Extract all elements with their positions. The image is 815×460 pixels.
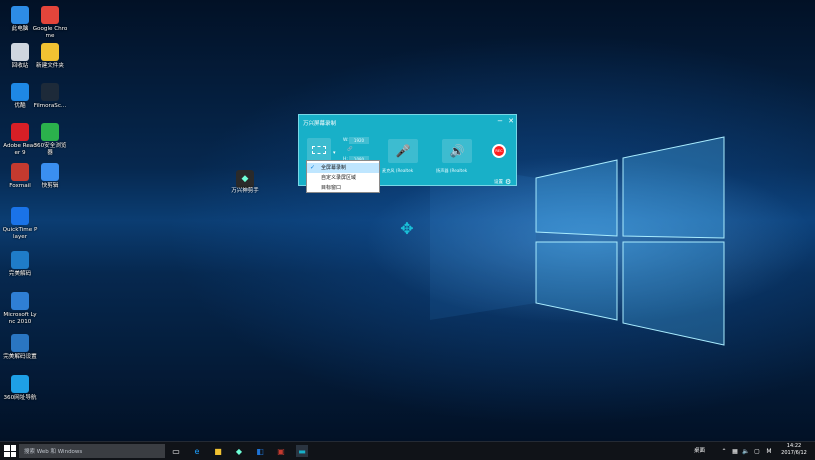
edge-icon[interactable]: e: [191, 445, 203, 457]
desktop-icon-label: 完美解码设置: [3, 354, 37, 360]
capture-mode-button[interactable]: [307, 138, 331, 162]
desktop-icon[interactable]: QuickTime Player: [2, 207, 38, 240]
close-button[interactable]: ✕: [507, 117, 515, 125]
chevron-down-icon[interactable]: ▾: [333, 150, 336, 156]
file-explorer-icon[interactable]: ■: [212, 445, 224, 457]
microphone-icon: 🎤: [395, 144, 411, 158]
speaker-toggle[interactable]: 🔊: [442, 139, 472, 163]
speaker-icon: 🔊: [449, 144, 465, 158]
desktop-shortcut-wanxing[interactable]: ◆ 万兴神剪手: [229, 170, 261, 194]
ime-indicator[interactable]: M: [763, 445, 775, 457]
desktop-icon[interactable]: Google Chrome: [32, 6, 68, 39]
minimize-button[interactable]: −: [496, 117, 504, 125]
filmora-icon: [41, 83, 59, 101]
desktop-icon[interactable]: FilmoraSc...: [32, 83, 68, 110]
clock-time: 14:22: [786, 443, 802, 449]
width-label: W:: [343, 138, 349, 143]
browser-360-icon: [41, 123, 59, 141]
dropdown-item-label: 自定义录屏区域: [321, 175, 357, 181]
desktop-icon-label: 360安全浏览器: [33, 143, 67, 156]
desktop-icon-label: 360网址导航: [3, 395, 37, 401]
microphone-device-label[interactable]: 麦克风 (Realtek: [382, 168, 413, 174]
youku-icon: [11, 83, 29, 101]
desktop-icon-label: 完美解码: [8, 271, 32, 277]
region-icon: [312, 146, 326, 154]
desktop-icon-label: QuickTime Player: [2, 227, 38, 240]
window-title: 万兴屏幕录制: [303, 121, 337, 127]
desktop-toolbar-label[interactable]: 桌面: [694, 446, 705, 454]
record-label: REC: [495, 149, 503, 153]
foxmail-icon: [11, 163, 29, 181]
desktop-icon[interactable]: 360安全浏览器: [32, 123, 68, 156]
system-clock[interactable]: 14:22 2017/6/12: [776, 443, 812, 457]
chrome-icon: [41, 6, 59, 24]
dropdown-item-label: 目标窗口: [321, 185, 342, 191]
recycle-bin-icon: [11, 43, 29, 61]
lync-icon: [11, 292, 29, 310]
perfect-decoder-icon: [11, 251, 29, 269]
link-icon[interactable]: 🔗: [347, 147, 353, 152]
desktop-icon[interactable]: 新建文件夹: [32, 43, 68, 70]
notification-icon[interactable]: ▢: [751, 445, 763, 457]
dropdown-item-label: 全屏幕录制: [321, 165, 347, 171]
shortcut-label: 万兴神剪手: [231, 188, 259, 194]
app-taskbar-icon[interactable]: ▣: [275, 445, 287, 457]
desktop-icon[interactable]: 快剪辑: [32, 163, 68, 190]
adobe-reader-icon: [11, 123, 29, 141]
taskbar: 搜索 Web 和 Windows ▭ e ■ ◆ ◧ ▣ ▬ 桌面 ⌃ ▦ 🔈 …: [0, 441, 815, 460]
folder-icon: [41, 43, 59, 61]
desktop-icon-label: 新建文件夹: [36, 63, 64, 69]
capture-mode-dropdown[interactable]: ✓ 全屏幕录制 自定义录屏区域 目标窗口: [306, 160, 380, 193]
settings-link[interactable]: 设置: [494, 179, 503, 185]
taskbar-search-box[interactable]: 搜索 Web 和 Windows: [19, 444, 165, 458]
wanxing-editor-icon: ◆: [236, 170, 254, 188]
width-input[interactable]: 1920: [349, 137, 369, 144]
desktop-icon-label: Microsoft Lync 2010: [3, 312, 37, 325]
speaker-device-label[interactable]: 扬声器 (Realtek: [436, 168, 467, 174]
desktop-icon[interactable]: 完美解码: [2, 251, 38, 278]
decoder-settings-icon: [11, 334, 29, 352]
record-button[interactable]: REC: [492, 144, 506, 158]
checkmark-icon: ✓: [310, 164, 316, 171]
computer-icon: [11, 6, 29, 24]
start-button[interactable]: [4, 445, 16, 457]
gear-icon[interactable]: ⚙: [505, 178, 511, 186]
desktop-icon[interactable]: 完美解码设置: [2, 334, 38, 361]
desktop-icon-label: Google Chrome: [32, 26, 68, 39]
search-placeholder: 搜索 Web 和 Windows: [24, 449, 83, 455]
desktop-icon[interactable]: 360网址导航: [2, 375, 38, 402]
clock-date: 2017/6/12: [781, 450, 807, 456]
kuaijianji-icon: [41, 163, 59, 181]
microphone-toggle[interactable]: 🎤: [388, 139, 418, 163]
quicktime-icon: [11, 207, 29, 225]
move-cursor-icon: ✥: [400, 219, 414, 238]
task-view-icon[interactable]: ▭: [170, 445, 182, 457]
desktop-icon-label: 快剪辑: [41, 183, 59, 189]
recorder-taskbar-icon[interactable]: ▬: [296, 445, 308, 457]
desktop-icon[interactable]: Microsoft Lync 2010: [2, 292, 38, 325]
desktop-icon-label: FilmoraSc...: [33, 103, 67, 109]
ie-icon: [11, 375, 29, 393]
dropdown-item-custom-region[interactable]: 自定义录屏区域: [307, 173, 379, 183]
desktop-icons: 此电脑 Google Chrome 回收站 新建文件夹 优酷 FilmoraSc... Ad…: [0, 0, 72, 441]
qq-icon[interactable]: ◧: [254, 445, 266, 457]
dropdown-item-target-window[interactable]: 目标窗口: [307, 183, 379, 193]
dropdown-item-fullscreen[interactable]: ✓ 全屏幕录制: [307, 163, 379, 173]
wanxing-taskbar-icon[interactable]: ◆: [233, 445, 245, 457]
